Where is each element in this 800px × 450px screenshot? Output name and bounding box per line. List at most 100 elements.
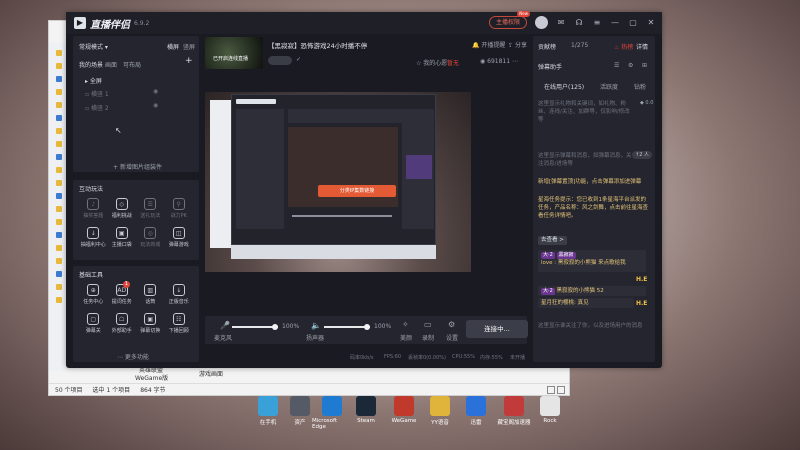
message-icon[interactable]: ✉ [556, 18, 566, 28]
tab-layout[interactable]: 可布局 [123, 60, 141, 69]
speaker-icon[interactable]: 🔈 [311, 321, 321, 330]
speaker-volume-slider[interactable] [324, 324, 370, 330]
portrait-toggle[interactable]: 竖屏 [183, 42, 195, 51]
landscape-toggle[interactable]: 横屏 [167, 42, 179, 51]
file-label[interactable]: WeGame版 [135, 373, 168, 382]
category-pill[interactable] [268, 56, 292, 65]
feature-item[interactable]: ▣ 主播口袋 [108, 227, 137, 248]
feature-item[interactable]: ↓ 抽福利中心 [79, 227, 108, 248]
feature-item[interactable]: AD 1 提词任务 [108, 281, 137, 305]
feature-item[interactable]: ☷ 下播回顾 [165, 313, 194, 334]
detail-link[interactable]: 详情 [636, 42, 648, 51]
feature-item[interactable]: ⊕ 任务中心 [79, 284, 108, 305]
hot-rank[interactable]: ♨ 热榜 [614, 42, 633, 51]
feature-icon: ♪ [87, 198, 100, 210]
desktop-shortcut[interactable]: 藏宝阁加速器 [494, 396, 534, 426]
feature-item[interactable]: ▥ 话筒 [136, 284, 165, 305]
scene-item[interactable]: ▫ 横竖 2 [85, 103, 109, 112]
mic-volume-slider[interactable] [232, 324, 278, 330]
live-reminder[interactable]: 🔔 开播提醒 [472, 40, 505, 49]
section-title: 基础工具 [79, 272, 104, 279]
status-count: 50 个项目 [55, 387, 83, 394]
more-features-button[interactable]: ⋯ 更多功能 [117, 352, 149, 361]
stream-title[interactable]: 【黑寂寂】恐怖游戏24小时播不停 [268, 40, 367, 50]
eye-icon[interactable]: ◉ [153, 102, 158, 109]
level-icon: H.E [636, 300, 648, 307]
new-tag: New [517, 11, 530, 17]
tab-online-users[interactable]: 在线用户(125) [544, 82, 584, 91]
feature-item[interactable]: ⚲ 战力PK [165, 198, 194, 219]
tab-activity[interactable]: 活跃度 [600, 82, 618, 91]
large-icons-view-icon[interactable] [557, 385, 565, 394]
settings-icon[interactable]: ⚙ [448, 320, 455, 329]
desktop-shortcut[interactable]: Steam [346, 396, 386, 424]
avatar[interactable] [535, 16, 548, 29]
headset-icon[interactable]: ☊ [574, 18, 584, 28]
feature-item[interactable]: ▢ 弹幕关 [79, 313, 108, 334]
app-shortcut-icon [258, 396, 278, 416]
details-view-icon[interactable] [547, 385, 555, 394]
maximize-icon[interactable]: ▢ [628, 18, 638, 28]
feature-item[interactable]: ☖ 外部助手 [108, 313, 137, 334]
notification-badge: 1 [123, 281, 130, 288]
chat-message: 大·2 黑寂寂 love : 黑寂寂的小熊猫 来点歌给我 [538, 250, 646, 272]
wish-label[interactable]: ☆ 我的心愿 [416, 58, 447, 67]
feature-item[interactable]: ◫ 弹幕游戏 [165, 227, 194, 248]
stream-thumbnail[interactable]: 已开启连线直播 [205, 37, 263, 69]
close-icon[interactable]: ✕ [646, 18, 656, 28]
feature-item[interactable]: ↓ 正版音乐 [165, 284, 194, 305]
file-label[interactable]: 游戏画面 [199, 369, 223, 378]
shortcut-label: Rock [543, 418, 557, 424]
contribution-rank[interactable]: 贡献榜 [538, 42, 556, 51]
feature-label: 正版音乐 [168, 299, 189, 305]
tab-fans[interactable]: 钻粉 [634, 82, 646, 91]
share-button[interactable]: ⇪ 分享 [508, 40, 527, 49]
desktop-shortcut[interactable]: YY语音 [420, 396, 460, 426]
shortcut-label: 藏宝阁加速器 [497, 420, 531, 426]
minimize-icon[interactable]: — [610, 18, 620, 28]
add-image-button[interactable]: + 新增图片组装件 [113, 162, 162, 171]
feature-label: 弹幕游戏 [168, 242, 189, 248]
tools-grid: ⊕ 任务中心 AD 1 提词任务 ▥ 话筒 ↓ 正版音乐 ▢ 弹幕关 ☖ 外部助手 ▣ 弹幕切换 ☷ 下播回顾 [79, 281, 194, 334]
feature-icon: ⊕ [87, 284, 100, 296]
expand-icon[interactable]: ⊞ [642, 62, 647, 69]
gear-icon[interactable]: ⚙ [628, 62, 633, 69]
preview-explorer-capture [210, 100, 232, 248]
anchor-permission-button[interactable]: 主播权限 New [488, 11, 530, 29]
scene-item[interactable]: ▸ 全屏 [85, 76, 102, 85]
feature-icon: ◎ [144, 227, 157, 239]
tab-my-scene[interactable]: 我的场景 [79, 60, 103, 69]
message-hint: 这里显示弹幕和消息，如弹幕消息，关注消息/进场等 [538, 153, 632, 167]
desktop-shortcut[interactable]: WeGame [384, 396, 424, 424]
feature-label: 下播回顾 [168, 328, 189, 334]
add-scene-icon[interactable]: + [185, 56, 193, 66]
feature-item[interactable]: ◎ 玩法商城 [136, 227, 165, 248]
desktop-shortcut[interactable]: 迅雷 [456, 396, 496, 426]
feature-label: 外部助手 [111, 328, 132, 334]
feature-item[interactable]: ♪ 抽奖答题 [79, 198, 108, 219]
check-icon[interactable]: ✓ [296, 56, 301, 63]
microphone-icon[interactable]: 🎤 [220, 321, 230, 330]
feature-label: 抽福利中心 [80, 242, 106, 248]
record-icon[interactable]: ▭ [424, 320, 432, 329]
feature-item[interactable]: ▣ 弹幕切换 [136, 313, 165, 334]
beauty-icon[interactable]: ✧ [402, 320, 409, 329]
eye-icon[interactable]: ◉ [153, 88, 158, 95]
go-view-button[interactable]: 去查看 > [538, 236, 567, 245]
more-icon[interactable]: ⋯ [512, 58, 518, 65]
feature-label: 任务中心 [83, 299, 104, 305]
desktop-shortcut[interactable]: Rock [530, 396, 570, 424]
preview-orange-button: 分类IP集数链接 [318, 185, 396, 197]
connect-button[interactable]: 连接中... [466, 320, 528, 338]
feature-item[interactable]: ◇ 福利挑战 [108, 198, 137, 219]
mic-percent: 100% [282, 323, 300, 330]
feature-label: 抽奖答题 [83, 213, 104, 219]
menu-icon[interactable]: ≡ [592, 18, 602, 28]
scene-item[interactable]: ▫ 横竖 1 [85, 89, 109, 98]
app-shortcut-icon [466, 396, 486, 416]
filter-icon[interactable]: ☰ [614, 62, 619, 69]
tab-picture[interactable]: 画面 [105, 60, 117, 69]
mode-selector[interactable]: 常规模式 ▾ [79, 42, 108, 51]
feature-item[interactable]: ☰ 送礼玩法 [136, 198, 165, 219]
fans-count: ◉ 691811 [480, 58, 511, 65]
